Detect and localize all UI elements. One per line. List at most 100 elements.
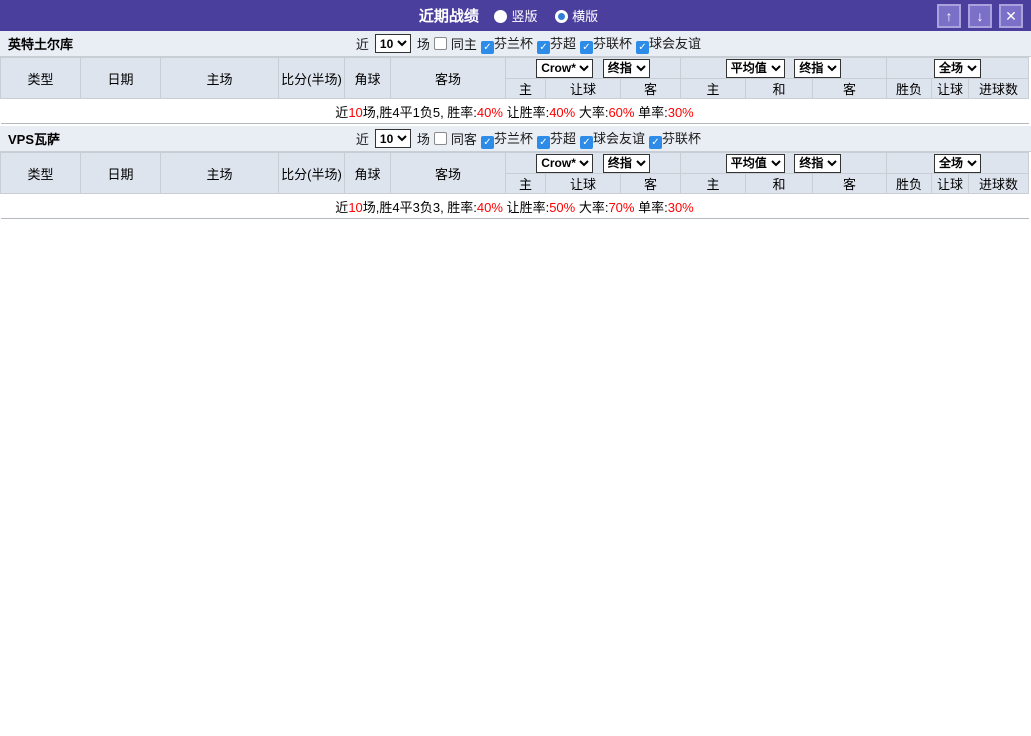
col-avg-home: 主 [680,78,746,99]
same-venue-label: 同主 [450,37,477,52]
close-button[interactable]: ✕ [999,3,1023,28]
page-title: 近期战绩 [418,8,479,25]
league-filter-league-cup: ✓ 芬联杯 [648,128,701,149]
col-type: 类型 [0,152,81,194]
fulltime-select[interactable]: 全场 [934,58,982,78]
league-checkbox[interactable]: ✓ [480,136,494,149]
league-filter-friendly: ✓ 球会友谊 [635,33,701,54]
final-odds-select-2[interactable]: 终指 [794,58,842,78]
handicap-odds-group: Crow* 终指 [505,152,681,174]
same-venue-label: 同客 [450,132,477,147]
match-count-select[interactable]: 10 [374,34,411,53]
move-down-button[interactable]: ↓ [968,3,992,28]
matches-table: 类型 日期 主场 比分(半场) 角球 客场 Crow* 终指 平均值 终指 全场… [0,152,1030,219]
summary-stat-label: 大率: [575,199,609,215]
final-odds-select-2[interactable]: 终指 [794,153,842,173]
col-type: 类型 [0,57,81,99]
col-hcp-home: 主 [505,173,546,194]
league-checkbox[interactable]: ✓ [480,41,494,54]
radio-vertical-label: 竖版 [511,9,538,24]
col-hcp-result: 让球 [931,173,970,194]
average-select[interactable]: 平均值 [725,153,785,173]
col-avg-home: 主 [680,173,746,194]
col-avg-draw: 和 [745,173,813,194]
down-arrow-icon: ↓ [976,7,984,24]
title-bar-center: 近期战绩 竖版 横版 [0,5,1031,26]
summary-stat-label: 场,胜4平3负3, 胜率: [362,199,477,215]
matches-label: 场 [416,132,430,147]
summary-stat-label: 让胜率: [502,199,550,215]
summary-stat-value: 10 [348,199,363,215]
league-checkbox[interactable]: ✓ [579,41,593,54]
col-hcp-line: 让球 [545,78,621,99]
col-date: 日期 [80,57,161,99]
same-venue-checkbox[interactable] [433,132,447,145]
summary-stat-value: 60% [608,104,635,120]
odds-company-select[interactable]: Crow* [536,153,594,173]
final-odds-select[interactable]: 终指 [602,153,650,173]
col-goals: 进球数 [968,78,1030,99]
col-home: 主场 [160,152,279,194]
team-header-row: 英特土尔库 近 10 场 同主 ✓ 芬兰杯 ✓ 芬超 ✓ 芬联杯 ✓ 球会友谊 [0,31,1031,57]
final-odds-select[interactable]: 终指 [602,58,650,78]
team-name: 英特土尔库 [8,37,74,52]
summary-stat-label: 近 [335,104,349,120]
summary-stat-value: 40% [476,199,503,215]
recent-results-panel: 近期战绩 竖版 横版 ↑ ↓ ✕ 英特土尔库 近 10 场 同主 ✓ 芬兰杯 ✓ 芬… [0,0,1031,736]
odds-company-select[interactable]: Crow* [536,58,594,78]
summary-text-1: 近10场,胜4平3负3, 胜率:40% 让胜率:50% 大率:70% 单率:30… [0,193,1029,219]
team-section-vps-vaasa: VPS瓦萨 近 10 场 同客 ✓芬兰杯 ✓芬超 ✓球会友谊 ✓芬联杯 [0,126,1031,219]
league-checkbox[interactable]: ✓ [579,136,593,149]
summary-stat-label: 让胜率: [502,104,550,120]
fulltime-group: 全场 [886,57,1030,79]
league-checkbox[interactable]: ✓ [648,136,662,149]
near-label: 近 [355,132,369,147]
col-hcp-home: 主 [505,78,546,99]
summary-stat-label: 大率: [575,104,609,120]
team-name: VPS瓦萨 [8,132,61,147]
col-hcp-result: 让球 [931,78,970,99]
fulltime-select[interactable]: 全场 [934,153,982,173]
league-checkbox[interactable]: ✓ [536,136,550,149]
average-select[interactable]: 平均值 [725,58,785,78]
team-section-inter-turku: 英特土尔库 近 10 场 同主 ✓芬兰杯 ✓芬超 ✓芬联杯 ✓球会友谊 [0,31,1031,124]
league-filter-veikkausliiga: ✓ 芬超 [536,33,576,54]
col-wdl: 胜负 [886,78,933,99]
col-hcp-away: 客 [620,78,681,99]
radio-horizontal-label: 横版 [572,9,599,24]
handicap-odds-group: Crow* 终指 [505,57,681,79]
summary-stat-value: 40% [549,104,576,120]
col-home: 主场 [160,57,279,99]
layout-radio-horizontal[interactable]: 横版 [555,9,598,24]
col-away: 客场 [390,152,506,194]
title-bar: 近期战绩 竖版 横版 ↑ ↓ ✕ [0,0,1031,31]
layout-radio-vertical[interactable]: 竖版 [494,9,538,24]
summary-stat-value: 40% [476,104,503,120]
average-odds-group: 平均值 终指 [679,57,888,79]
league-checkbox[interactable]: ✓ [635,41,649,54]
same-venue-checkbox[interactable] [433,37,447,50]
summary-stat-label: 单率: [634,104,668,120]
col-wdl: 胜负 [886,173,933,194]
col-avg-away: 客 [811,173,888,194]
filter-bar: 近 10 场 同客 ✓ 芬兰杯 ✓ 芬超 ✓ 球会友谊 ✓ 芬联杯 [356,128,701,149]
league-filter-friendly: ✓ 球会友谊 [579,128,645,149]
summary-text-0: 近10场,胜4平1负5, 胜率:40% 让胜率:40% 大率:60% 单率:30… [0,98,1029,124]
close-icon: ✕ [1005,7,1017,24]
move-up-button[interactable]: ↑ [937,3,961,28]
col-goals: 进球数 [968,173,1030,194]
league-filter-league-cup: ✓ 芬联杯 [579,33,632,54]
radio-unselected-icon[interactable] [555,10,569,23]
col-away: 客场 [390,57,506,99]
summary-stat-value: 50% [549,199,576,215]
col-corner: 角球 [344,152,391,194]
summary-stat-label: 近 [335,199,349,215]
fulltime-group: 全场 [886,152,1030,174]
league-checkbox[interactable]: ✓ [536,41,550,54]
radio-selected-icon[interactable] [494,10,508,23]
match-count-select[interactable]: 10 [374,129,411,148]
filter-bar: 近 10 场 同主 ✓ 芬兰杯 ✓ 芬超 ✓ 芬联杯 ✓ 球会友谊 [356,33,701,54]
summary-stat-label: 场,胜4平1负5, 胜率: [362,104,477,120]
col-score: 比分(半场) [278,152,345,194]
average-odds-group: 平均值 终指 [679,152,888,174]
